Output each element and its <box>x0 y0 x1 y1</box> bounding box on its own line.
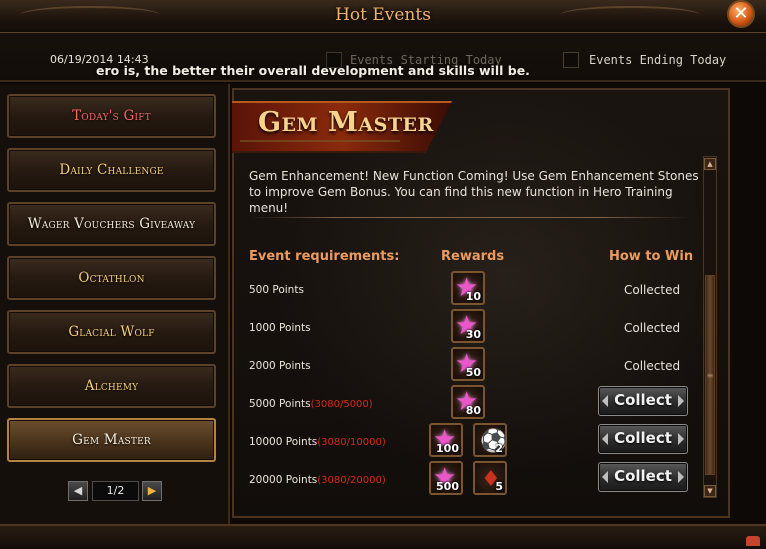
banner-ornament <box>240 140 400 154</box>
reward-quantity: 500 <box>436 480 459 493</box>
column-header-how-to-win: How to Win <box>609 249 694 264</box>
collect-button[interactable]: Collect <box>598 386 688 416</box>
ball-icon: ⚽ <box>480 429 508 454</box>
hot-events-window: Hot Events ✕ 06/19/2014 14:43 Events Sta… <box>0 0 766 549</box>
arrow-left-icon <box>602 395 608 407</box>
arrow-right-icon <box>678 471 684 483</box>
reward-slot[interactable]: ★ 500 <box>429 461 463 495</box>
pager-page-display: 1/2 <box>92 481 139 501</box>
requirement-text: 10000 Points <box>249 436 318 448</box>
sidebar-item-glacial-wolf[interactable]: Glacial Wolf <box>7 310 216 354</box>
scrolling-notice: ero is, the better their overall develop… <box>96 63 530 78</box>
sidebar-item-octathlon[interactable]: Octathlon <box>7 256 216 300</box>
row-requirement: 2000 Points <box>249 360 311 372</box>
collect-label: Collect <box>614 429 672 447</box>
row-requirement: 20000 Points(3080/20000) <box>249 474 386 486</box>
event-title: Gem Master <box>258 107 434 138</box>
reward-slot[interactable]: ★ 10 <box>451 271 485 305</box>
collect-button[interactable]: Collect <box>598 462 688 492</box>
corner-tray-icon <box>746 536 760 546</box>
requirement-text: 1000 Points <box>249 322 311 334</box>
reward-quantity: 10 <box>465 290 481 303</box>
scroll-down-button[interactable]: ▼ <box>704 485 716 497</box>
progress-text: (3080/10000) <box>317 437 386 448</box>
row-requirement: 5000 Points(3080/5000) <box>249 398 373 410</box>
column-header-requirements: Event requirements: <box>249 249 400 264</box>
pager-next-button[interactable]: ▶ <box>142 481 162 501</box>
requirement-text: 20000 Points <box>249 474 318 486</box>
requirement-text: 2000 Points <box>249 360 311 372</box>
arrow-left-icon <box>602 471 608 483</box>
reward-slot[interactable]: ♦ 5 <box>473 461 507 495</box>
reward-quantity: 80 <box>465 404 481 417</box>
arrow-right-icon <box>678 433 684 445</box>
row-requirement: 10000 Points(3080/10000) <box>249 436 386 448</box>
reward-quantity: 100 <box>436 442 459 455</box>
requirement-text: 500 Points <box>249 284 304 296</box>
title-bar: Hot Events <box>0 0 766 33</box>
scrollbar-grip-icon: ≡ <box>706 371 714 380</box>
reward-quantity: 5 <box>495 480 503 493</box>
reward-slot[interactable]: ★ 50 <box>451 347 485 381</box>
section-divider <box>250 217 690 218</box>
arrow-right-icon <box>678 395 684 407</box>
row-status: Collected <box>624 283 681 297</box>
pager-prev-button[interactable]: ◀ <box>68 481 88 501</box>
bottom-frame <box>0 524 766 549</box>
row-status: Collected <box>624 321 681 335</box>
reward-quantity: 50 <box>465 366 481 379</box>
collect-button[interactable]: Collect <box>598 424 688 454</box>
sidebar-item-todays-gift[interactable]: Today's Gift <box>7 94 216 138</box>
reward-slot[interactable]: ★ 100 <box>429 423 463 457</box>
requirement-text: 5000 Points <box>249 398 311 410</box>
collect-label: Collect <box>614 467 672 485</box>
progress-text: (3080/5000) <box>310 399 373 410</box>
reward-slot[interactable]: ★ 80 <box>451 385 485 419</box>
events-ending-today-checkbox[interactable] <box>563 52 579 68</box>
sidebar-item-gem-master[interactable]: Gem Master <box>7 418 216 462</box>
sidebar-item-alchemy[interactable]: Alchemy <box>7 364 216 408</box>
reward-quantity: 2 <box>495 442 503 455</box>
column-header-rewards: Rewards <box>441 249 505 264</box>
reward-quantity: 30 <box>465 328 481 341</box>
sidebar-item-wager-vouchers-giveaway[interactable]: Wager Vouchers Giveaway <box>7 202 216 246</box>
window-title: Hot Events <box>335 5 431 25</box>
row-requirement: 1000 Points <box>249 322 311 334</box>
arrow-left-icon <box>602 433 608 445</box>
sidebar-item-daily-challenge[interactable]: Daily Challenge <box>7 148 216 192</box>
reward-slot[interactable]: ★ 30 <box>451 309 485 343</box>
close-button[interactable]: ✕ <box>727 0 755 28</box>
event-description: Gem Enhancement! New Function Coming! Us… <box>249 169 699 215</box>
scroll-up-button[interactable]: ▲ <box>704 158 716 170</box>
row-status: Collected <box>624 359 681 373</box>
progress-text: (3080/20000) <box>317 475 386 486</box>
events-ending-today-label[interactable]: Events Ending Today <box>589 53 726 67</box>
collect-label: Collect <box>614 391 672 409</box>
reward-slot[interactable]: ⚽ 2 <box>473 423 507 457</box>
row-requirement: 500 Points <box>249 284 304 296</box>
